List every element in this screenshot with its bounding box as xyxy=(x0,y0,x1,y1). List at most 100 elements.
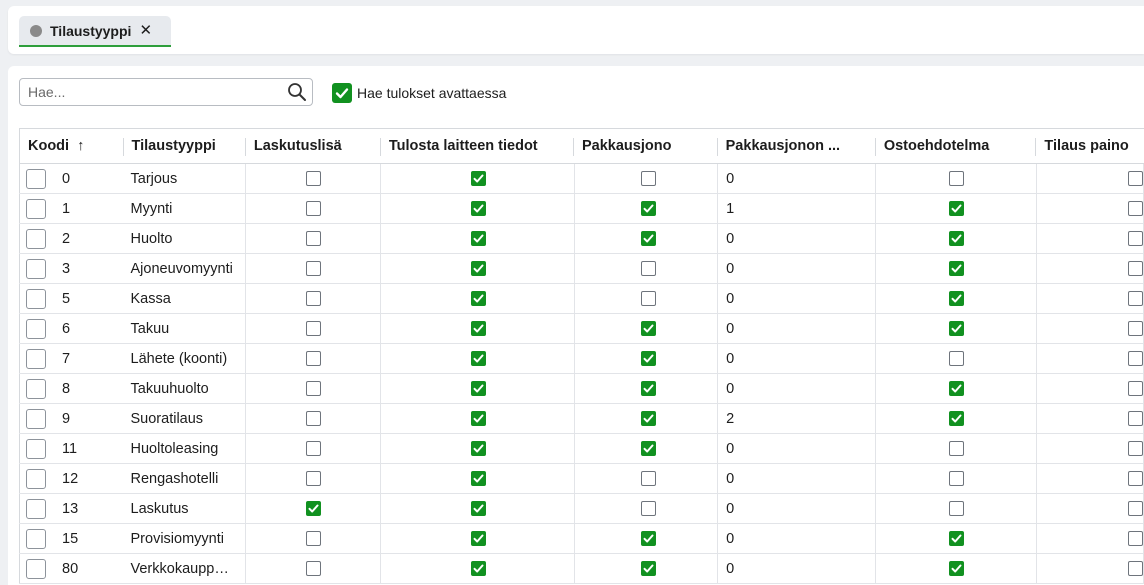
column-header-pakkausjonon[interactable]: Pakkausjonon ... xyxy=(717,128,876,164)
checkbox-tilaus-paino[interactable] xyxy=(1127,471,1143,486)
checkbox-tulosta[interactable] xyxy=(471,291,487,306)
table-row[interactable]: 8 Takuuhuolto 0 xyxy=(19,373,1144,404)
table-row[interactable]: 0 Tarjous 0 xyxy=(19,163,1144,194)
checkbox-laskutuslisa[interactable] xyxy=(306,231,322,246)
checkbox-tulosta[interactable] xyxy=(471,441,487,456)
checkbox-pakkausjono[interactable] xyxy=(640,171,656,186)
autoload-checkbox[interactable] xyxy=(332,83,352,103)
column-header-tulosta-laitteen-tiedot[interactable]: Tulosta laitteen tiedot xyxy=(380,128,574,164)
checkbox-pakkausjono[interactable] xyxy=(640,381,656,396)
checkbox-pakkausjono[interactable] xyxy=(640,231,656,246)
checkbox-pakkausjono[interactable] xyxy=(640,261,656,276)
table-row[interactable]: 1 Myynti 1 xyxy=(19,193,1144,224)
checkbox-ostoehdotelma[interactable] xyxy=(949,411,965,426)
checkbox-ostoehdotelma[interactable] xyxy=(949,471,965,486)
checkbox-ostoehdotelma[interactable] xyxy=(949,321,965,336)
table-row[interactable]: 9 Suoratilaus 2 xyxy=(19,403,1144,434)
row-select-checkbox[interactable] xyxy=(26,288,46,309)
checkbox-pakkausjono[interactable] xyxy=(640,351,656,366)
checkbox-pakkausjono[interactable] xyxy=(640,531,656,546)
checkbox-tulosta[interactable] xyxy=(471,231,487,246)
column-header-koodi[interactable]: Koodi ↑ xyxy=(19,128,124,164)
column-header-tilaus-paino[interactable]: Tilaus paino xyxy=(1036,128,1144,164)
checkbox-pakkausjono[interactable] xyxy=(640,321,656,336)
table-row[interactable]: 12 Rengashotelli 0 xyxy=(19,463,1144,494)
checkbox-laskutuslisa[interactable] xyxy=(306,261,322,276)
checkbox-pakkausjono[interactable] xyxy=(640,471,656,486)
checkbox-pakkausjono[interactable] xyxy=(640,441,656,456)
checkbox-tilaus-paino[interactable] xyxy=(1127,201,1143,216)
checkbox-ostoehdotelma[interactable] xyxy=(949,531,965,546)
autoload-toggle[interactable]: Hae tulokset avattaessa xyxy=(332,83,506,103)
search-icon[interactable] xyxy=(287,82,307,102)
row-select-checkbox[interactable] xyxy=(26,558,46,579)
checkbox-tulosta[interactable] xyxy=(471,321,487,336)
checkbox-ostoehdotelma[interactable] xyxy=(949,261,965,276)
row-select-checkbox[interactable] xyxy=(26,348,46,369)
table-row[interactable]: 11 Huoltoleasing 0 xyxy=(19,433,1144,464)
checkbox-tilaus-paino[interactable] xyxy=(1127,411,1143,426)
row-select-checkbox[interactable] xyxy=(26,378,46,399)
row-select-checkbox[interactable] xyxy=(26,528,46,549)
checkbox-ostoehdotelma[interactable] xyxy=(949,291,965,306)
checkbox-laskutuslisa[interactable] xyxy=(306,171,322,186)
row-select-checkbox[interactable] xyxy=(26,438,46,459)
table-row[interactable]: 6 Takuu 0 xyxy=(19,313,1144,344)
column-header-ostoehdotelma[interactable]: Ostoehdotelma xyxy=(875,128,1037,164)
checkbox-laskutuslisa[interactable] xyxy=(306,381,322,396)
checkbox-ostoehdotelma[interactable] xyxy=(949,351,965,366)
checkbox-ostoehdotelma[interactable] xyxy=(949,231,965,246)
checkbox-tulosta[interactable] xyxy=(471,171,487,186)
close-icon[interactable]: ✕ xyxy=(139,23,152,38)
table-row[interactable]: 7 Lähete (koonti) 0 xyxy=(19,343,1144,374)
checkbox-tilaus-paino[interactable] xyxy=(1127,171,1143,186)
checkbox-laskutuslisa[interactable] xyxy=(306,201,322,216)
checkbox-pakkausjono[interactable] xyxy=(640,201,656,216)
table-row[interactable]: 3 Ajoneuvomyynti 0 xyxy=(19,253,1144,284)
row-select-checkbox[interactable] xyxy=(26,258,46,279)
checkbox-ostoehdotelma[interactable] xyxy=(949,501,965,516)
checkbox-tilaus-paino[interactable] xyxy=(1127,561,1143,576)
row-select-checkbox[interactable] xyxy=(26,318,46,339)
column-header-tilaustyyppi[interactable]: Tilaustyyppi xyxy=(123,128,246,164)
checkbox-laskutuslisa[interactable] xyxy=(306,531,322,546)
checkbox-ostoehdotelma[interactable] xyxy=(949,561,965,576)
checkbox-tilaus-paino[interactable] xyxy=(1127,231,1143,246)
checkbox-tulosta[interactable] xyxy=(471,471,487,486)
table-row[interactable]: 13 Laskutus 0 xyxy=(19,493,1144,524)
checkbox-pakkausjono[interactable] xyxy=(640,561,656,576)
checkbox-laskutuslisa[interactable] xyxy=(306,411,322,426)
column-header-laskutuslisa[interactable]: Laskutuslisä xyxy=(245,128,381,164)
search-input[interactable] xyxy=(20,79,270,105)
checkbox-tilaus-paino[interactable] xyxy=(1127,351,1143,366)
checkbox-laskutuslisa[interactable] xyxy=(306,501,322,516)
checkbox-laskutuslisa[interactable] xyxy=(306,561,322,576)
checkbox-tulosta[interactable] xyxy=(471,201,487,216)
checkbox-tilaus-paino[interactable] xyxy=(1127,501,1143,516)
tab-tilaustyyppi[interactable]: Tilaustyyppi ✕ xyxy=(19,16,171,47)
checkbox-tulosta[interactable] xyxy=(471,561,487,576)
checkbox-ostoehdotelma[interactable] xyxy=(949,201,965,216)
checkbox-laskutuslisa[interactable] xyxy=(306,441,322,456)
checkbox-ostoehdotelma[interactable] xyxy=(949,441,965,456)
column-header-pakkausjono[interactable]: Pakkausjono xyxy=(574,128,718,164)
checkbox-tulosta[interactable] xyxy=(471,381,487,396)
checkbox-tulosta[interactable] xyxy=(471,351,487,366)
row-select-checkbox[interactable] xyxy=(26,408,46,429)
checkbox-tilaus-paino[interactable] xyxy=(1127,261,1143,276)
checkbox-tulosta[interactable] xyxy=(471,261,487,276)
checkbox-laskutuslisa[interactable] xyxy=(306,321,322,336)
checkbox-ostoehdotelma[interactable] xyxy=(949,381,965,396)
table-row[interactable]: 15 Provisiomyynti 0 xyxy=(19,523,1144,554)
checkbox-tilaus-paino[interactable] xyxy=(1127,321,1143,336)
row-select-checkbox[interactable] xyxy=(26,468,46,489)
checkbox-tilaus-paino[interactable] xyxy=(1127,291,1143,306)
checkbox-tilaus-paino[interactable] xyxy=(1127,441,1143,456)
checkbox-laskutuslisa[interactable] xyxy=(306,471,322,486)
checkbox-laskutuslisa[interactable] xyxy=(306,291,322,306)
checkbox-tulosta[interactable] xyxy=(471,531,487,546)
checkbox-pakkausjono[interactable] xyxy=(640,411,656,426)
checkbox-tulosta[interactable] xyxy=(471,501,487,516)
checkbox-pakkausjono[interactable] xyxy=(640,501,656,516)
table-row[interactable]: 2 Huolto 0 xyxy=(19,223,1144,254)
